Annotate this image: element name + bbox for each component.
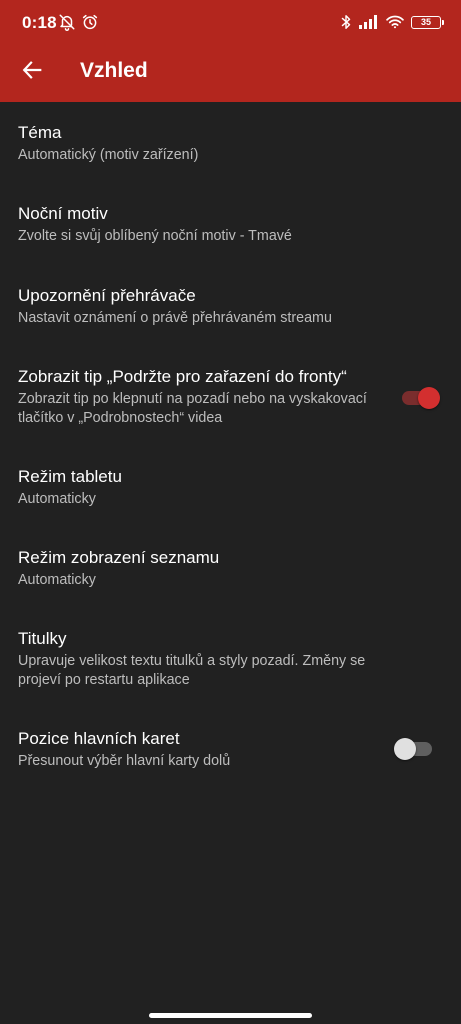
page-title: Vzhled	[80, 59, 148, 82]
arrow-back-icon	[21, 59, 43, 86]
setting-title: Režim tabletu	[18, 467, 122, 486]
status-right-icons: 35	[340, 14, 444, 30]
setting-theme[interactable]: Téma Automatický (motiv zařízení)	[0, 122, 461, 184]
setting-title: Upozornění přehrávače	[18, 286, 196, 305]
setting-summary: Přesunout výběr hlavní karty dolů	[18, 753, 231, 769]
app-header: 0:18 35 Vzhled	[0, 0, 461, 102]
setting-main-tabs-position[interactable]: Pozice hlavních karet Přesunout výběr hl…	[0, 728, 461, 790]
battery-level: 35	[420, 16, 431, 27]
setting-list-view-mode[interactable]: Režim zobrazení seznamu Automaticky	[0, 547, 461, 609]
setting-title: Titulky	[18, 629, 67, 648]
signal-icon	[359, 15, 379, 29]
setting-title: Zobrazit tip „Podržte pro zařazení do fr…	[18, 367, 347, 386]
setting-title: Noční motiv	[18, 204, 108, 223]
app-bar: Vzhled	[0, 46, 461, 102]
switch-thumb	[418, 387, 440, 409]
status-bar: 0:18 35	[0, 0, 461, 46]
main-tabs-position-switch[interactable]	[394, 738, 432, 760]
setting-summary: Automaticky	[18, 572, 96, 588]
wifi-icon	[386, 15, 404, 29]
setting-summary: Nastavit oznámení o právě přehrávaném st…	[18, 310, 332, 326]
status-time: 0:18	[22, 13, 57, 32]
bell-off-icon	[58, 13, 76, 31]
setting-title: Téma	[18, 123, 62, 142]
setting-summary: Automaticky	[18, 491, 96, 507]
setting-tablet-mode[interactable]: Režim tabletu Automaticky	[0, 466, 461, 528]
setting-title: Pozice hlavních karet	[18, 729, 180, 748]
alarm-clock-icon	[81, 13, 99, 31]
bluetooth-icon	[340, 14, 352, 30]
setting-captions[interactable]: Titulky Upravuje velikost textu titulků …	[0, 628, 461, 710]
setting-night-theme[interactable]: Noční motiv Zvolte si svůj oblíbený nočn…	[0, 203, 461, 265]
back-button[interactable]	[16, 56, 48, 88]
status-left-icons	[58, 13, 99, 31]
setting-player-notification[interactable]: Upozornění přehrávače Nastavit oznámení …	[0, 285, 461, 347]
setting-summary: Zvolte si svůj oblíbený noční motiv - Tm…	[18, 228, 292, 244]
setting-summary: Upravuje velikost textu titulků a styly …	[18, 653, 366, 688]
switch-thumb	[394, 738, 416, 760]
hold-to-enqueue-tip-switch[interactable]	[402, 387, 440, 409]
battery-icon: 35	[411, 15, 444, 29]
gesture-navigation-bar[interactable]	[149, 1013, 312, 1018]
setting-hold-to-enqueue-tip[interactable]: Zobrazit tip „Podržte pro zařazení do fr…	[0, 366, 461, 448]
setting-title: Režim zobrazení seznamu	[18, 548, 220, 567]
setting-summary: Automatický (motiv zařízení)	[18, 147, 199, 163]
setting-summary: Zobrazit tip po klepnutí na pozadí nebo …	[18, 391, 367, 426]
